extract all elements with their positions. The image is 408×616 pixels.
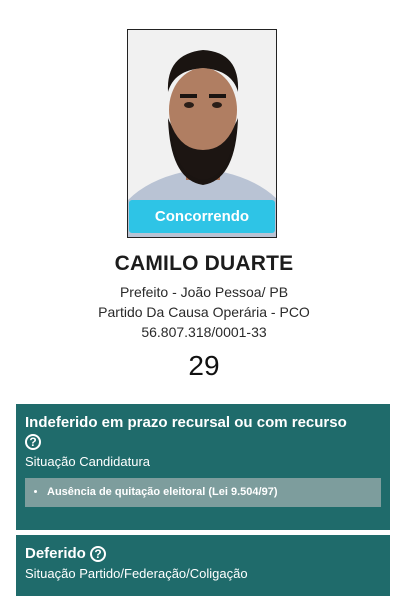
help-icon[interactable]: ? bbox=[25, 434, 41, 451]
party-status-title: Deferido bbox=[25, 545, 86, 562]
candidacy-status-panel: Indeferido em prazo recursal ou com recu… bbox=[16, 404, 390, 530]
help-icon[interactable]: ? bbox=[90, 546, 107, 563]
candidate-photo: Concorrendo bbox=[127, 29, 277, 238]
candidacy-status-title: Indeferido em prazo recursal ou com recu… bbox=[25, 414, 347, 431]
candidate-cnpj: 56.807.318/0001-33 bbox=[141, 324, 267, 340]
party-status-subtitle: Situação Partido/Federação/Coligação bbox=[25, 566, 248, 581]
candidate-party: Partido Da Causa Operária - PCO bbox=[98, 304, 310, 320]
candidate-office: Prefeito - João Pessoa/ PB bbox=[119, 284, 289, 300]
reason-item: Ausência de quitação eleitoral (Lei 9.50… bbox=[47, 486, 373, 498]
party-status-panel: Deferido ? Situação Partido/Federação/Co… bbox=[16, 535, 390, 596]
reasons-list-panel: Ausência de quitação eleitoral (Lei 9.50… bbox=[25, 478, 381, 507]
candidate-name: CAMILO DUARTE bbox=[114, 252, 294, 275]
candidacy-status-subtitle: Situação Candidatura bbox=[25, 454, 151, 469]
status-badge: Concorrendo bbox=[129, 200, 275, 233]
candidate-number: 29 bbox=[188, 350, 220, 381]
